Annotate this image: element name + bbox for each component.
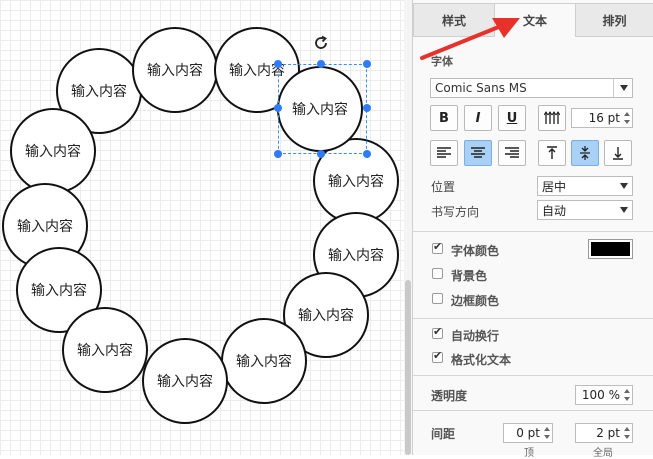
tab-arrange[interactable]: 排列 (575, 3, 653, 37)
circle-label: 输入内容 (31, 283, 87, 299)
align-middle-icon (580, 146, 590, 160)
divider (413, 231, 653, 232)
chevron-down-icon (620, 207, 628, 213)
circle-label: 输入内容 (25, 144, 81, 160)
increment-icon[interactable] (624, 112, 630, 116)
spacing-global-caption: 全局 (593, 448, 613, 459)
spacing-top-input[interactable]: 0 pt (503, 423, 553, 443)
circle-shape[interactable]: 输入内容 (62, 307, 148, 393)
italic-icon: I (475, 110, 481, 126)
increment-icon[interactable] (624, 389, 630, 393)
font-color-checkbox[interactable] (432, 240, 443, 254)
circle-shape[interactable]: 输入内容 (221, 318, 307, 404)
resize-handle-s[interactable] (317, 150, 325, 158)
border-color-label: 边框颜色 (451, 294, 500, 308)
increment-icon[interactable] (544, 427, 550, 431)
line-height-button[interactable] (538, 105, 566, 131)
circle-label: 输入内容 (17, 219, 73, 235)
border-color-checkbox[interactable] (432, 293, 443, 304)
scrollbar-thumb[interactable] (405, 280, 411, 455)
align-bottom-icon (613, 147, 623, 160)
formatted-text-label: 格式化文本 (451, 353, 512, 367)
word-wrap-checkbox[interactable] (432, 325, 443, 339)
circle-label: 输入内容 (328, 248, 384, 264)
opacity-value: 100 % (581, 388, 620, 402)
circle-label: 输入内容 (157, 374, 213, 390)
annotation-arrow-icon (420, 18, 520, 60)
rotate-icon[interactable] (312, 34, 330, 52)
spacing-global-value: 2 pt (596, 426, 620, 440)
selection-box (278, 64, 367, 154)
resize-handle-nw[interactable] (274, 60, 282, 68)
resize-handle-e[interactable] (363, 104, 371, 112)
decrement-icon[interactable] (624, 435, 630, 439)
circle-label: 输入内容 (298, 308, 354, 324)
italic-button[interactable]: I (464, 105, 492, 131)
font-size-input[interactable]: 16 pt (571, 108, 633, 128)
decrement-icon[interactable] (544, 435, 550, 439)
spacing-top-value: 0 pt (516, 426, 540, 440)
circle-shape[interactable]: 输入内容 (142, 338, 228, 424)
divider (413, 410, 653, 411)
spacing-label: 间距 (431, 427, 456, 441)
spacing-top-caption: 顶 (524, 448, 534, 459)
font-family-value: Comic Sans MS (435, 81, 527, 95)
bold-button[interactable]: B (430, 105, 458, 131)
circle-label: 输入内容 (77, 343, 133, 359)
spacing-global-input[interactable]: 2 pt (575, 423, 633, 443)
align-right-button[interactable] (498, 140, 526, 166)
formatted-text-checkbox[interactable] (432, 349, 443, 363)
align-center-icon (471, 147, 485, 158)
valign-top-button[interactable] (538, 140, 566, 166)
resize-handle-sw[interactable] (274, 150, 282, 158)
word-wrap-label: 自动换行 (451, 329, 500, 343)
circle-shape[interactable]: 输入内容 (10, 108, 96, 194)
canvas-scrollbar[interactable] (404, 0, 412, 455)
position-label: 位置 (431, 180, 456, 194)
underline-button[interactable]: U (498, 105, 526, 131)
diagram-canvas[interactable]: 输入内容 输入内容 输入内容 输入内容 输入内容 输入内容 输入内容 输入内容 … (0, 0, 404, 455)
align-top-icon (547, 146, 557, 159)
align-left-button[interactable] (430, 140, 458, 166)
decrement-icon[interactable] (624, 397, 630, 401)
increment-icon[interactable] (624, 427, 630, 431)
opacity-input[interactable]: 100 % (575, 385, 633, 405)
align-center-button[interactable] (464, 140, 492, 166)
chevron-down-icon (620, 183, 628, 189)
direction-label: 书写方向 (431, 205, 480, 219)
font-family-select[interactable]: Comic Sans MS (430, 78, 633, 98)
font-color-label: 字体颜色 (451, 244, 500, 258)
opacity-label: 透明度 (431, 389, 468, 403)
underline-icon: U (506, 110, 518, 126)
divider (413, 318, 653, 319)
resize-handle-n[interactable] (317, 60, 325, 68)
valign-bottom-button[interactable] (604, 140, 632, 166)
direction-select[interactable]: 自动 (537, 200, 633, 220)
decrement-icon[interactable] (624, 120, 630, 124)
resize-handle-ne[interactable] (363, 60, 371, 68)
circle-label: 输入内容 (328, 174, 384, 190)
position-value: 居中 (542, 179, 567, 194)
font-color-swatch[interactable] (588, 239, 633, 259)
circle-label: 输入内容 (147, 63, 203, 79)
resize-handle-se[interactable] (363, 150, 371, 158)
circle-label: 输入内容 (236, 354, 292, 370)
line-height-icon (544, 111, 560, 124)
circle-label: 输入内容 (71, 84, 127, 100)
format-panel: 样式 文本 排列 字体 Comic Sans MS B I U 16 pt 位置… (412, 0, 653, 459)
align-right-icon (505, 147, 519, 158)
chevron-down-icon (620, 85, 628, 91)
align-left-icon (437, 147, 451, 158)
valign-middle-button[interactable] (571, 140, 599, 166)
font-size-value: 16 pt (588, 111, 620, 125)
background-checkbox[interactable] (432, 268, 443, 279)
background-label: 背景色 (451, 269, 488, 283)
direction-value: 自动 (542, 203, 567, 218)
position-select[interactable]: 居中 (537, 176, 633, 196)
divider (413, 375, 653, 376)
circle-shape[interactable]: 输入内容 (132, 27, 218, 113)
bold-icon: B (439, 110, 449, 126)
resize-handle-w[interactable] (274, 104, 282, 112)
